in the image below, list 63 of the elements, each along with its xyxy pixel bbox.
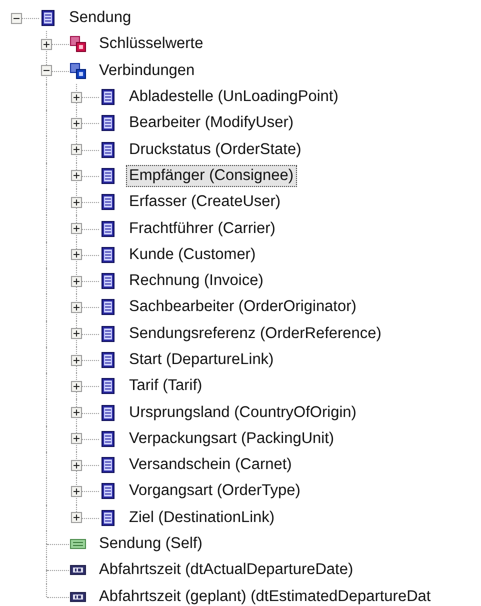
tree-toggle[interactable]: [71, 276, 82, 287]
table-icon: [100, 142, 116, 158]
table-icon: [100, 457, 116, 474]
tree-toggle[interactable]: [71, 486, 82, 497]
table-icon: [100, 483, 116, 500]
table-icon: [100, 378, 116, 394]
tree-toggle[interactable]: [71, 249, 82, 260]
table-icon: [100, 246, 116, 263]
tree-item-label[interactable]: Ursprungsland (CountryOfOrigin): [126, 402, 360, 424]
table-icon: [100, 326, 116, 342]
tree-toggle[interactable]: [71, 433, 82, 444]
tree-toggle[interactable]: [71, 354, 82, 366]
tree-item-label[interactable]: Start (DepartureLink): [126, 349, 277, 371]
table-icon: [100, 299, 116, 316]
tree-item-label[interactable]: Versandschein (Carnet): [126, 454, 295, 476]
tree-item-label[interactable]: Erfasser (CreateUser): [126, 191, 284, 214]
tree-item-label[interactable]: Tarif (Tarif): [126, 375, 206, 398]
tree-toggle[interactable]: [41, 38, 52, 50]
tree-toggle[interactable]: [41, 65, 52, 76]
tree-item-label[interactable]: Ziel (DestinationLink): [126, 506, 278, 529]
table-icon: [100, 194, 116, 210]
tree-item-label[interactable]: Verpackungsart (PackingUnit): [126, 428, 338, 450]
table-icon: [100, 430, 116, 447]
tree-item-label[interactable]: Abfahrtszeit (dtActualDepartureDate): [96, 559, 356, 582]
tree-toggle[interactable]: [71, 380, 82, 392]
tree-toggle[interactable]: [71, 460, 82, 471]
tree-toggle[interactable]: [71, 144, 82, 156]
tree-toggle[interactable]: [71, 196, 82, 208]
table-icon: [100, 273, 116, 290]
tree-item-label[interactable]: Druckstatus (OrderState): [126, 138, 304, 161]
table-icon: [40, 10, 56, 26]
tree-toggle[interactable]: [71, 92, 82, 103]
table-icon: [100, 89, 116, 106]
tree-toggle[interactable]: [11, 12, 22, 24]
tree-item-label[interactable]: Frachtführer (Carrier): [126, 218, 278, 240]
tree-item-label[interactable]: Sendung (Self): [96, 533, 206, 556]
tree-toggle[interactable]: [71, 223, 82, 234]
tree-item-label[interactable]: Abfahrtszeit (geplant) (dtEstimatedDepartureDat: [96, 586, 434, 606]
tree-item-label[interactable]: Abladestelle (UnLoadingPoint): [126, 86, 342, 108]
tree-item-label[interactable]: Verbindungen: [96, 60, 198, 82]
table-icon: [100, 404, 116, 421]
tree-item-label[interactable]: Rechnung (Invoice): [126, 270, 266, 292]
linked-squares-icon: [70, 36, 86, 52]
table-icon: [100, 115, 116, 132]
tree-item-label[interactable]: Schlüsselwerte: [96, 33, 206, 56]
tree-item-label[interactable]: Kunde (Customer): [126, 244, 259, 266]
table-icon: [100, 510, 116, 526]
tree-toggle[interactable]: [71, 170, 82, 182]
tree-toggle[interactable]: [71, 118, 82, 129]
table-icon: [100, 352, 116, 368]
tree-item-label[interactable]: Empfänger (Consignee): [126, 164, 297, 187]
tree-toggle[interactable]: [71, 302, 82, 313]
tree-toggle[interactable]: [71, 407, 82, 418]
tree-item-label[interactable]: Bearbeiter (ModifyUser): [126, 112, 297, 134]
tree-item-label[interactable]: Vorgangsart (OrderType): [126, 480, 304, 502]
tree-item-label[interactable]: Sendungsreferenz (OrderReference): [126, 322, 384, 345]
tree-toggle[interactable]: [71, 512, 82, 524]
linked-squares-icon: [70, 62, 86, 79]
table-icon: [100, 220, 116, 237]
table-icon: [100, 168, 116, 184]
tree-toggle[interactable]: [71, 328, 82, 340]
tree-item-label[interactable]: Sendung: [66, 7, 134, 30]
tree-item-label[interactable]: Sachbearbeiter (OrderOriginator): [126, 296, 360, 318]
